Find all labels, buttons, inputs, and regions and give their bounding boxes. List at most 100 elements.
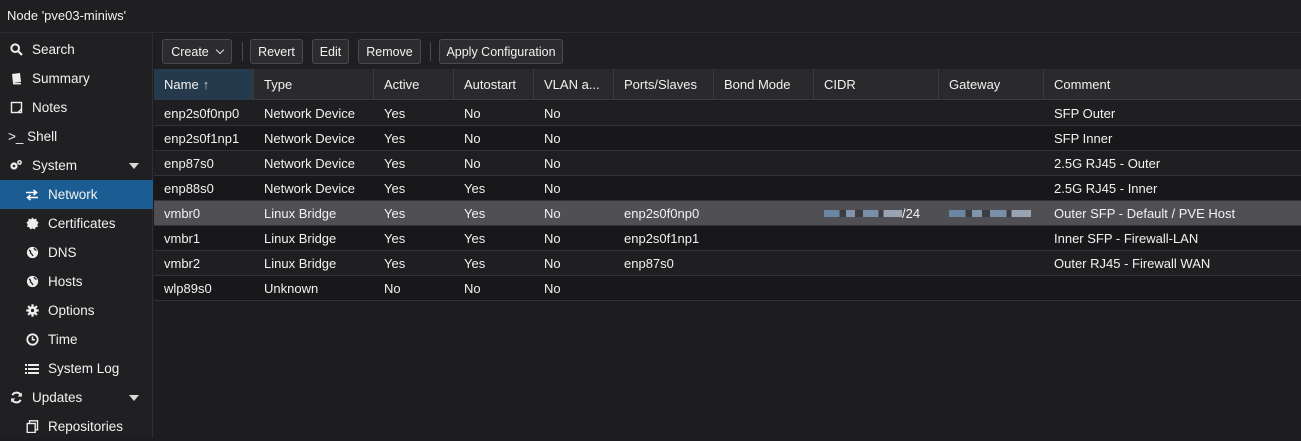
cell-name: enp2s0f1np1 (154, 126, 254, 150)
cell-active: No (374, 276, 454, 300)
sidebar-item-label: Network (48, 187, 98, 202)
remove-button-label: Remove (366, 44, 413, 59)
sidebar-item-notes[interactable]: Notes (0, 93, 153, 122)
column-header-gateway[interactable]: Gateway (939, 69, 1044, 100)
cell-comment: 2.5G RJ45 - Inner (1044, 176, 1301, 200)
cell-active: Yes (374, 126, 454, 150)
sidebar-item-network[interactable]: Network (0, 180, 153, 209)
cell-type: Network Device (254, 151, 374, 175)
column-header-ports-slaves[interactable]: Ports/Slaves (614, 69, 714, 100)
search-icon (8, 42, 24, 58)
cell-comment: Outer RJ45 - Firewall WAN (1044, 251, 1301, 275)
table-row[interactable]: enp88s0 Network Device Yes Yes No 2.5G RJ45 -… (154, 176, 1301, 201)
cell-bond (714, 126, 814, 150)
cell-text: Linux Bridge (264, 230, 337, 246)
edit-button[interactable]: Edit (312, 39, 349, 64)
sidebar-item-system-log[interactable]: System Log (0, 354, 153, 383)
sidebar-item-updates[interactable]: Updates (0, 383, 153, 412)
cell-gateway (939, 201, 1044, 225)
cell-autostart: No (454, 126, 534, 150)
clock-icon (24, 332, 40, 348)
sidebar-item-time[interactable]: Time (0, 325, 153, 354)
column-header-label: Comment (1054, 77, 1111, 92)
sidebar-item-repositories[interactable]: Repositories (0, 412, 153, 441)
cell-text: /24 (902, 205, 921, 221)
table-row[interactable]: enp2s0f1np1 Network Device Yes No No SFP Inne… (154, 126, 1301, 151)
column-header-autostart[interactable]: Autostart (454, 69, 534, 100)
sidebar-item-label: Hosts (48, 274, 83, 289)
table-row[interactable]: enp2s0f0np0 Network Device Yes No No SFP Oute… (154, 101, 1301, 126)
revert-button-label: Revert (258, 44, 295, 59)
sidebar-item-dns[interactable]: DNS (0, 238, 153, 267)
cell-text: Unknown (264, 280, 319, 296)
create-button[interactable]: Create (162, 39, 232, 64)
cell-bond (714, 251, 814, 275)
sidebar-item-label: Notes (32, 100, 68, 115)
apply-configuration-button[interactable]: Apply Configuration (439, 39, 563, 64)
sidebar-item-shell[interactable]: >_ Shell (0, 122, 153, 151)
cell-active: Yes (374, 251, 454, 275)
sidebar-item-label: >_ Shell (8, 129, 58, 144)
column-header-bond-mode[interactable]: Bond Mode (714, 69, 814, 100)
cell-type: Linux Bridge (254, 251, 374, 275)
cell-name: vmbr0 (154, 201, 254, 225)
cell-text: No (544, 130, 561, 146)
chevron-down-icon[interactable] (129, 395, 139, 401)
table-row[interactable]: vmbr0 Linux Bridge Yes Yes No enp2s0f0np0/24 O… (154, 201, 1301, 226)
table-row[interactable]: enp87s0 Network Device Yes No No 2.5G RJ45 - … (154, 151, 1301, 176)
column-header-active[interactable]: Active (374, 69, 454, 100)
cell-active: Yes (374, 101, 454, 125)
cell-text: Yes (384, 130, 406, 146)
refresh-icon (8, 390, 24, 406)
sidebar-item-options[interactable]: Options (0, 296, 153, 325)
cell-vlan: No (534, 101, 614, 125)
table-row[interactable]: wlp89s0 Unknown No No No (154, 276, 1301, 301)
files-icon (24, 419, 40, 435)
sidebar-item-label: Time (48, 332, 78, 347)
cell-vlan: No (534, 201, 614, 225)
cell-text: enp87s0 (624, 255, 674, 271)
column-header-label: Gateway (949, 77, 1001, 92)
cell-text: No (544, 205, 561, 221)
column-header-label: Ports/Slaves (624, 77, 697, 92)
window-title: Node 'pve03-miniws' (7, 8, 127, 23)
table-row[interactable]: vmbr2 Linux Bridge Yes Yes No enp87s0 Outer RJ… (154, 251, 1301, 276)
cell-comment: Inner SFP - Firewall-LAN (1044, 226, 1301, 250)
cell-text: No (464, 280, 481, 296)
redacted-address (824, 209, 902, 217)
remove-button[interactable]: Remove (358, 39, 421, 64)
cell-text: No (544, 180, 561, 196)
column-header-comment[interactable]: Comment (1044, 69, 1301, 100)
cell-text: Network Device (264, 130, 356, 146)
column-header-vlan-aware[interactable]: VLAN a... (534, 69, 614, 100)
cell-text: No (384, 280, 401, 296)
chevron-down-icon[interactable] (129, 163, 139, 169)
cell-text: enp2s0f1np1 (624, 230, 700, 246)
sidebar-item-certificates[interactable]: Certificates (0, 209, 153, 238)
column-header-cidr[interactable]: CIDR (814, 69, 939, 100)
column-header-name[interactable]: Name ↑ (154, 69, 254, 100)
column-header-type[interactable]: Type (254, 69, 374, 100)
cell-text: Yes (384, 230, 406, 246)
sidebar-item-summary[interactable]: Summary (0, 64, 153, 93)
sidebar-item-hosts[interactable]: Hosts (0, 267, 153, 296)
edit-button-label: Edit (319, 44, 342, 59)
sidebar-item-label: Search (32, 42, 75, 57)
cell-text: Yes (464, 255, 486, 271)
cell-text: No (464, 130, 481, 146)
cell-autostart: Yes (454, 226, 534, 250)
cell-text: No (544, 155, 561, 171)
title-bar: Node 'pve03-miniws' (0, 0, 1301, 33)
cell-gateway (939, 126, 1044, 150)
cell-ports (614, 126, 714, 150)
cell-gateway (939, 226, 1044, 250)
column-header-label: Bond Mode (724, 77, 791, 92)
sidebar-item-system[interactable]: System (0, 151, 153, 180)
revert-button[interactable]: Revert (250, 39, 303, 64)
sidebar-item-search[interactable]: Search (0, 35, 153, 64)
cell-text: Yes (464, 180, 486, 196)
cell-name: wlp89s0 (154, 276, 254, 300)
cell-text: Yes (384, 180, 406, 196)
cell-gateway (939, 151, 1044, 175)
table-row[interactable]: vmbr1 Linux Bridge Yes Yes No enp2s0f1np1 Inne… (154, 226, 1301, 251)
